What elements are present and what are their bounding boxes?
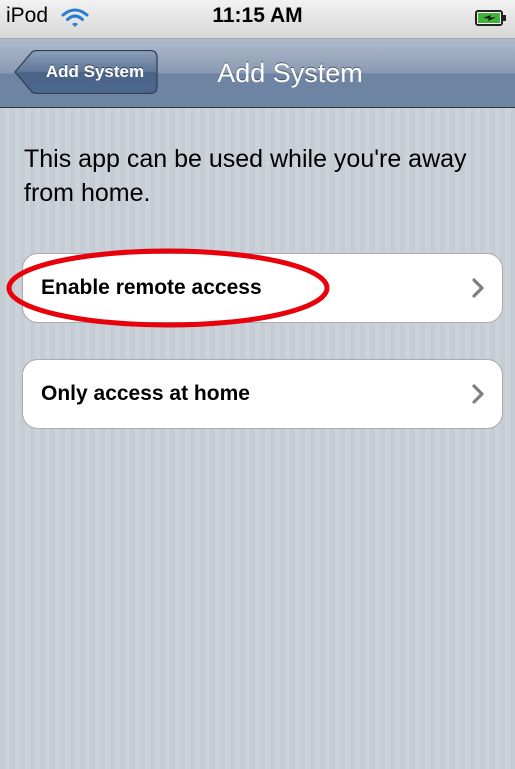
navigation-bar: Add System Add System bbox=[0, 39, 515, 108]
chevron-right-icon bbox=[472, 384, 484, 404]
intro-text: This app can be used while you're away f… bbox=[24, 145, 467, 207]
only-access-at-home-option[interactable]: Only access at home bbox=[22, 359, 503, 429]
status-time: 11:15 AM bbox=[212, 4, 303, 27]
option-label: Only access at home bbox=[41, 382, 250, 405]
app-screen: iPod 11:15 AM Add System Add System This… bbox=[0, 0, 515, 769]
enable-remote-access-option[interactable]: Enable remote access bbox=[22, 253, 503, 323]
chevron-right-icon bbox=[472, 278, 484, 298]
battery-charging-icon bbox=[475, 10, 506, 26]
page-title: Add System bbox=[217, 58, 363, 88]
back-button[interactable]: Add System bbox=[14, 50, 158, 94]
back-button-label: Add System bbox=[45, 62, 145, 81]
option-label: Enable remote access bbox=[41, 276, 262, 299]
status-bar: iPod 11:15 AM bbox=[0, 0, 515, 39]
